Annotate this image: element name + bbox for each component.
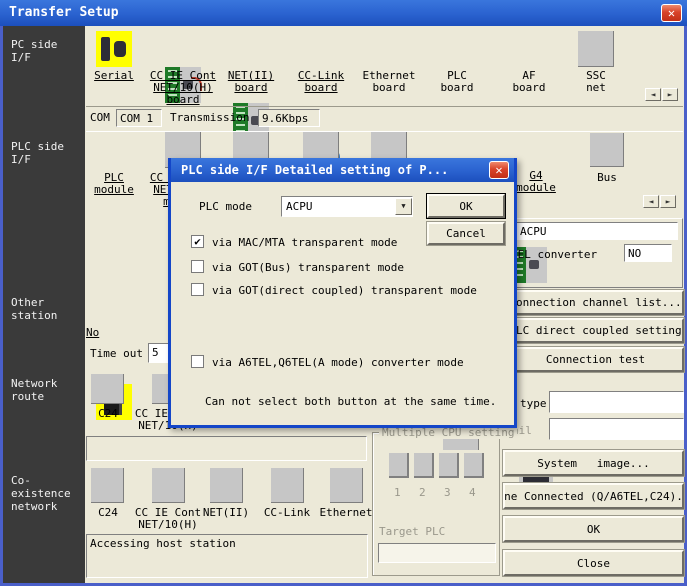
mac-mta-checkbox-label[interactable]: via MAC/MTA transparent mode xyxy=(212,236,397,249)
pc-side-scroll-right-button[interactable]: ► xyxy=(662,88,678,101)
plc-icon-label-plc-module[interactable]: PLC module xyxy=(76,172,152,196)
plc-mode-value: ACPU xyxy=(282,198,395,215)
other-station-label-no[interactable]: No xyxy=(86,326,99,339)
target-plc-label: Target PLC xyxy=(379,525,445,538)
a6tel-converter-checkbox[interactable] xyxy=(191,355,204,368)
plc-mode-dropdown[interactable]: ACPU ▼ xyxy=(281,196,413,217)
connection-channel-list-button[interactable]: Connection channel list... xyxy=(507,290,684,315)
pc-icon-label-af-board[interactable]: AF board xyxy=(491,70,567,94)
timeout-label: Time out xyxy=(90,347,143,360)
tel-converter-label: TEL converter xyxy=(511,248,597,261)
pc-icon-label-ssc-net[interactable]: SSC net xyxy=(558,70,634,94)
window-titlebar[interactable]: Transfer Setup xyxy=(0,0,687,26)
plc-type-value-field: ACPU xyxy=(516,222,678,240)
coexistence-label-net2[interactable]: NET(II) xyxy=(192,507,260,519)
mac-mta-checkbox[interactable]: ✔ xyxy=(191,235,204,248)
target-plc-field xyxy=(378,543,496,563)
pc-icon-label-ethernet[interactable]: Ethernet board xyxy=(351,70,427,94)
main-close-button[interactable]: Close xyxy=(503,550,684,576)
dialog-cancel-button[interactable]: Cancel xyxy=(427,222,505,245)
type-field[interactable] xyxy=(549,391,684,413)
cpu-slot-3[interactable] xyxy=(439,453,459,478)
main-ok-button[interactable]: OK xyxy=(503,516,684,542)
sidebar-label-pc-side: PC side I/F xyxy=(11,38,57,64)
close-icon: ✕ xyxy=(668,6,675,20)
got-bus-checkbox[interactable] xyxy=(191,260,204,273)
right-arrow-icon: ► xyxy=(666,197,671,206)
pc-icon-label-net2[interactable]: NET(II) board xyxy=(213,70,289,94)
plc-side-detail-dialog: PLC side I/F Detailed setting of P... ✕ … xyxy=(168,158,517,428)
pc-side-scroll-left-button[interactable]: ◄ xyxy=(645,88,661,101)
dialog-ok-button[interactable]: OK xyxy=(427,194,505,218)
transfer-setup-window: Transfer Setup ✕ PC side I/F PLC side I/… xyxy=(0,0,687,586)
connection-test-button[interactable]: Connection test xyxy=(507,347,684,372)
coexistence-label-cc-link[interactable]: CC-Link xyxy=(253,507,321,519)
plc-type-label: type xyxy=(520,397,547,410)
coexistence-c24-icon[interactable] xyxy=(91,468,124,503)
sidebar-label-network-route: Network route xyxy=(11,377,57,403)
plc-direct-coupled-setting-button[interactable]: PLC direct coupled setting xyxy=(507,318,684,343)
bus-icon[interactable] xyxy=(590,133,624,167)
tel-converter-value-field: NO xyxy=(624,244,672,262)
pc-icon-label-cc-ie-cont[interactable]: CC IE Cont NET/10(H) board xyxy=(145,70,221,106)
coexistence-cc-icon[interactable] xyxy=(152,468,185,503)
coexistence-net2-icon[interactable] xyxy=(210,468,243,503)
com-label: COM xyxy=(90,111,110,124)
dialog-titlebar[interactable]: PLC side I/F Detailed setting of P... xyxy=(171,158,514,182)
cpu-slot-4[interactable] xyxy=(464,453,484,478)
dialog-title: PLC side I/F Detailed setting of P... xyxy=(181,163,448,177)
got-bus-checkbox-label[interactable]: via GOT(Bus) transparent mode xyxy=(212,261,404,274)
coexistence-label-ethernet[interactable]: Ethernet xyxy=(312,507,380,519)
system-image-button[interactable]: System image... xyxy=(503,450,684,476)
cpu-slot-number-2: 2 xyxy=(419,486,426,499)
left-arrow-icon: ◄ xyxy=(649,197,654,206)
dialog-note-text: Can not select both button at the same t… xyxy=(205,395,496,408)
right-arrow-icon: ► xyxy=(668,90,673,99)
coexistence-ethernet-icon[interactable] xyxy=(330,468,363,503)
serial-icon[interactable] xyxy=(96,31,132,67)
cpu-slot-1[interactable] xyxy=(389,453,409,478)
transmission-speed-field[interactable]: 9.6Kbps xyxy=(258,109,320,127)
a6tel-converter-checkbox-label[interactable]: via A6TEL,Q6TEL(A mode) converter mode xyxy=(212,356,464,369)
got-direct-coupled-checkbox[interactable] xyxy=(191,283,204,296)
sidebar-label-plc-side: PLC side I/F xyxy=(11,140,64,166)
coexistence-cc-link-icon[interactable] xyxy=(271,468,304,503)
got-direct-coupled-checkbox-label[interactable]: via GOT(direct coupled) transparent mode xyxy=(212,284,477,297)
pc-icon-label-cc-link[interactable]: CC-Link board xyxy=(283,70,359,94)
multiple-cpu-groupbox: Multiple CPU setting 1 2 3 4 Target PLC xyxy=(372,432,500,576)
chevron-down-icon[interactable]: ▼ xyxy=(395,198,412,215)
cpu-slot-2[interactable] xyxy=(414,453,434,478)
ssc-net-icon[interactable] xyxy=(578,31,614,67)
plc-mode-label: PLC mode xyxy=(199,200,252,213)
transmission-label: Transmission xyxy=(170,111,249,124)
cpu-slot-number-3: 3 xyxy=(444,486,451,499)
cpu-slot-number-1: 1 xyxy=(394,486,401,499)
status-text: Accessing host station xyxy=(90,537,236,550)
pc-icon-label-plc-board[interactable]: PLC board xyxy=(419,70,495,94)
network-route-c24-icon[interactable] xyxy=(91,374,124,404)
cpu-slot-number-4: 4 xyxy=(469,486,476,499)
plc-side-scroll-left-button[interactable]: ◄ xyxy=(643,195,659,208)
close-icon: ✕ xyxy=(495,163,502,177)
network-route-description-field xyxy=(86,436,367,461)
plc-side-scroll-right-button[interactable]: ► xyxy=(660,195,676,208)
detail-field xyxy=(549,418,684,440)
pc-icon-label-serial[interactable]: Serial xyxy=(76,70,152,82)
window-close-button[interactable]: ✕ xyxy=(661,4,682,22)
status-box: Accessing host station xyxy=(86,534,368,578)
line-connected-button[interactable]: ine Connected (Q/A6TEL,C24).. xyxy=(503,483,684,509)
window-title: Transfer Setup xyxy=(9,5,119,20)
plc-icon-label-bus[interactable]: Bus xyxy=(571,172,643,184)
sidebar-label-other-station: Other station xyxy=(11,296,57,322)
com-port-field[interactable]: COM 1 xyxy=(116,109,162,127)
sidebar: PC side I/F PLC side I/F Other station N… xyxy=(3,26,85,583)
dialog-close-button[interactable]: ✕ xyxy=(489,161,509,179)
left-arrow-icon: ◄ xyxy=(651,90,656,99)
